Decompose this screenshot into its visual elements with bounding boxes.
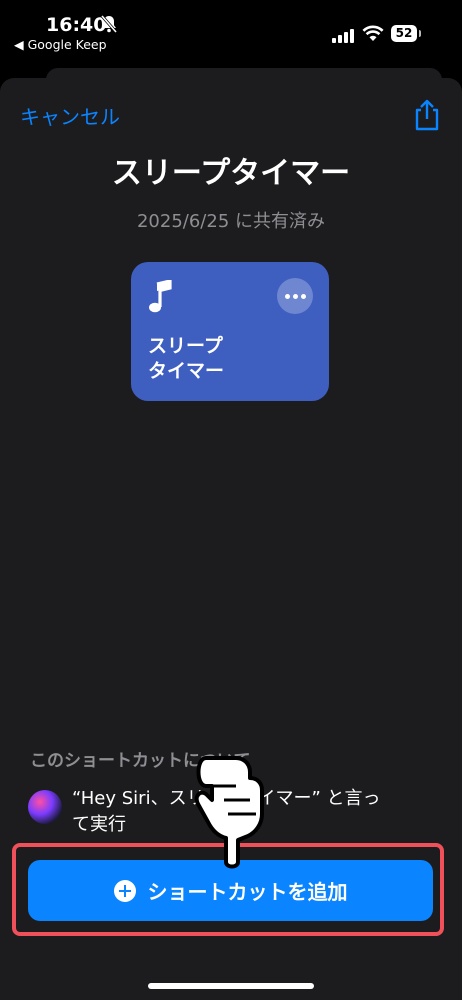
music-note-icon [149,280,172,313]
cancel-button[interactable]: キャンセル [20,101,120,130]
plus-circle-icon [113,879,136,902]
share-icon[interactable] [410,98,444,132]
cellular-signal-icon [332,29,354,43]
add-shortcut-label: ショートカットを追加 [147,880,348,904]
wifi-icon [362,25,384,41]
shared-date: 2025/6/25 に共有済み [136,211,325,232]
status-bar: 16:40 ◀ Google Keep 52 [0,0,462,60]
home-indicator[interactable] [148,983,314,989]
battery-nub [419,30,421,37]
battery-level: 52 [391,25,417,42]
more-options-button[interactable] [277,278,313,314]
shortcut-card[interactable]: スリープ タイマー [131,262,329,401]
pointing-hand-icon [194,756,264,869]
shortcut-title: スリープタイマー [111,156,351,191]
status-time: 16:40 [46,14,107,36]
siri-icon [28,790,62,824]
shortcut-card-name: スリープ タイマー [148,335,225,382]
bell-muted-icon [100,15,118,33]
back-to-app-link[interactable]: ◀ Google Keep [14,37,107,52]
